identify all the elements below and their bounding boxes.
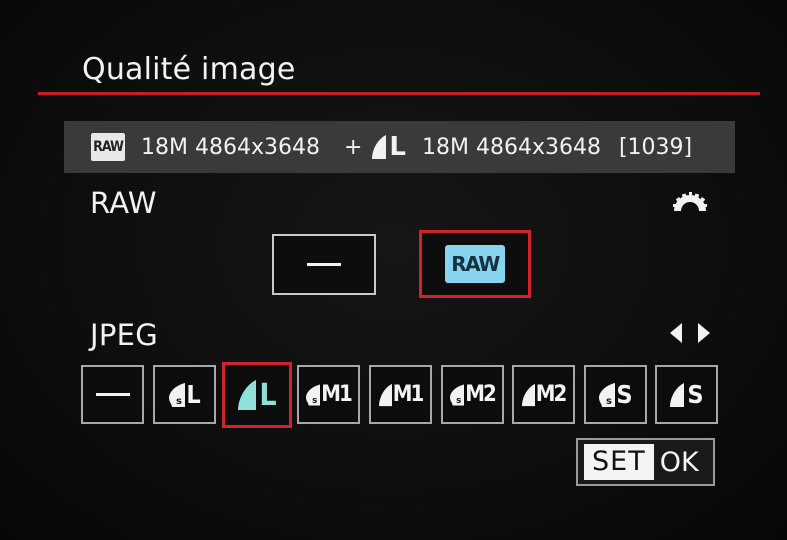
raw-size-text: 18M 4864x3648	[141, 134, 320, 160]
title-divider	[38, 92, 760, 95]
quality-summary-bar: RAW 18M 4864x3648 + L 18M 4864x3648 [103…	[64, 121, 735, 173]
svg-text:s: s	[606, 396, 612, 407]
set-ok-button[interactable]: SET OK	[576, 438, 715, 486]
jpeg-option-off[interactable]	[81, 365, 144, 424]
svg-text:s: s	[456, 395, 461, 405]
jpeg-quality-letter: L	[389, 132, 406, 162]
jpeg-option-fine-m2[interactable]: M2	[512, 365, 575, 424]
fine-quality-icon	[238, 380, 257, 410]
jpeg-option-fine-m1[interactable]: M1	[369, 365, 432, 424]
fine-quality-icon	[372, 135, 387, 159]
normal-quality-icon: s	[450, 384, 465, 405]
jpeg-option-normal-m2[interactable]: s M2	[441, 365, 504, 424]
raw-section-label: RAW	[90, 186, 157, 220]
page-title: Qualité image	[82, 52, 296, 87]
normal-quality-icon: s	[169, 382, 186, 407]
jpeg-size-label: L	[259, 377, 276, 413]
raw-option-off[interactable]	[272, 234, 376, 295]
shots-remaining: [1039]	[618, 134, 693, 160]
off-dash	[307, 263, 341, 266]
jpeg-size-label: M1	[392, 382, 425, 407]
jpeg-section-label: JPEG	[90, 318, 159, 352]
set-key-label: SET	[584, 444, 654, 480]
raw-format-icon: RAW	[445, 245, 505, 283]
jpeg-option-fine-l[interactable]: L	[222, 362, 292, 428]
fine-quality-icon	[521, 383, 535, 406]
camera-menu-screen: Qualité image RAW 18M 4864x3648 + L 18M …	[0, 0, 787, 540]
off-dash	[95, 393, 130, 396]
jpeg-option-normal-l[interactable]: s L	[153, 365, 216, 424]
jpeg-size-label: L	[186, 380, 200, 409]
jpeg-size-text: 18M 4864x3648	[421, 134, 601, 160]
raw-format-icon: RAW	[91, 133, 125, 161]
jpeg-option-normal-s[interactable]: s S	[584, 365, 647, 424]
normal-quality-icon: s	[306, 384, 321, 405]
jpeg-size-label: S	[616, 380, 632, 409]
jpeg-size-label: M2	[465, 382, 497, 407]
fine-quality-icon	[378, 383, 392, 406]
ok-label: OK	[659, 446, 699, 478]
jpeg-size-label: M2	[535, 382, 568, 407]
plus-sign: +	[343, 134, 363, 160]
jpeg-quality-indicator: L	[372, 132, 406, 162]
raw-option-raw[interactable]: RAW	[419, 230, 531, 298]
main-dial-icon	[673, 192, 707, 211]
svg-text:s: s	[176, 396, 182, 407]
jpeg-size-label: S	[687, 380, 703, 409]
jpeg-size-label: M1	[321, 382, 353, 407]
left-right-arrows-icon	[670, 323, 710, 343]
fine-quality-icon	[670, 382, 685, 407]
svg-text:s: s	[312, 395, 317, 405]
jpeg-option-fine-s[interactable]: S	[655, 365, 718, 424]
normal-quality-icon: s	[599, 382, 616, 407]
jpeg-option-normal-m1[interactable]: s M1	[297, 365, 360, 424]
